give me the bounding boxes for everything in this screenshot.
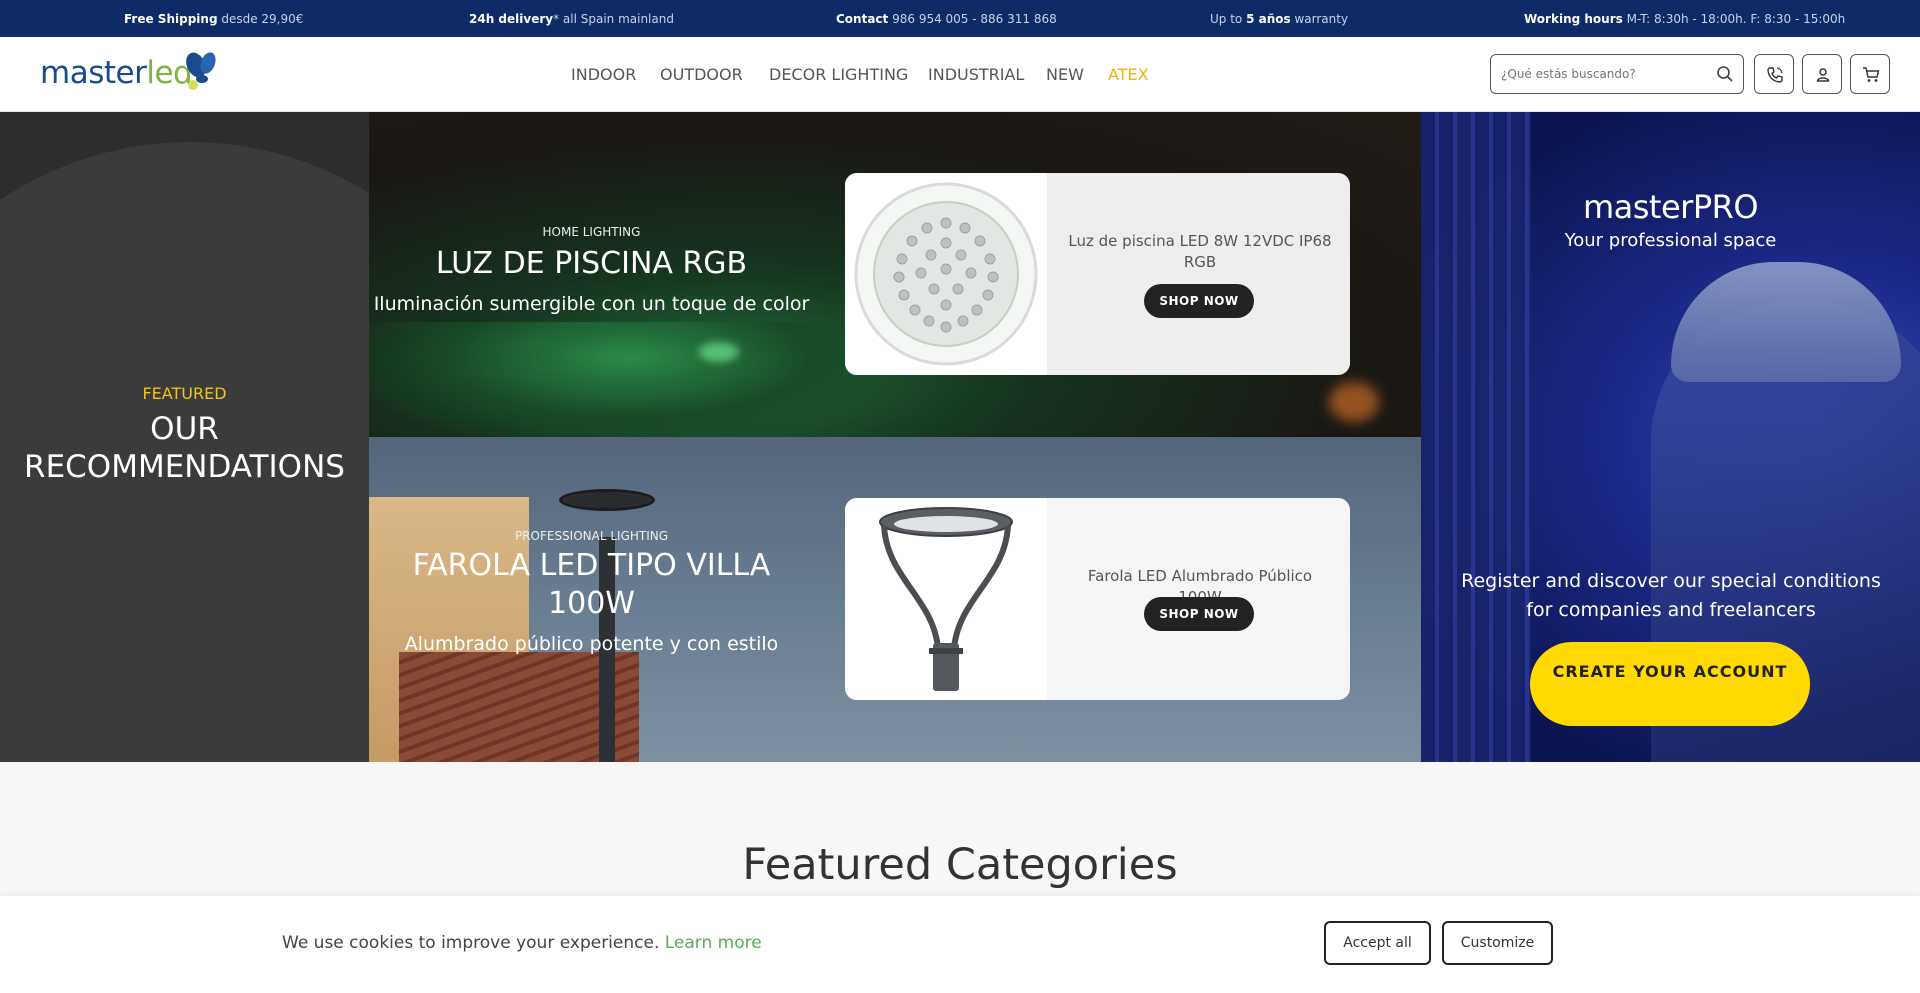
pool-lamp-glow: [699, 342, 739, 362]
masterpro-tagline: Your professional space: [1564, 230, 1777, 251]
featured-title-line1: OUR: [150, 411, 219, 447]
product-card[interactable]: Farola LED Alumbrado Público 100W SHOP N…: [845, 498, 1350, 700]
user-icon: [1816, 68, 1830, 82]
cookie-banner: We use cookies to improve your experienc…: [0, 896, 1920, 993]
contact-label: Contact: [836, 12, 889, 26]
product-card[interactable]: Luz de piscina LED 8W 12VDC IP68 RGB SHO…: [845, 173, 1350, 375]
search-box: [1490, 54, 1744, 94]
pool-light-image: [854, 182, 1038, 366]
cart-icon: [1863, 67, 1880, 82]
masterpro-panel: masterPRO Your professional space Regist…: [1421, 112, 1920, 762]
shipping-detail: desde 29,90€: [217, 12, 304, 26]
nav-atex[interactable]: ATEX: [1108, 65, 1149, 84]
logo-text-main: master: [40, 55, 147, 91]
featured-panel: FEATURED OUR RECOMMENDATIONS: [0, 112, 369, 762]
promo-pool-light[interactable]: HOME LIGHTING LUZ DE PISCINA RGB Ilumina…: [369, 112, 1421, 437]
warranty-info: Up to 5 años warranty: [1210, 12, 1348, 26]
hours-info: Working hours M-T: 8:30h - 18:00h. F: 8:…: [1524, 12, 1845, 26]
hours-label: Working hours: [1524, 12, 1623, 26]
promo-tag: HOME LIGHTING: [542, 225, 641, 239]
promo-tag: PROFESSIONAL LIGHTING: [514, 529, 669, 543]
worker-helmet: [1671, 262, 1901, 382]
hours-detail: M-T: 8:30h - 18:00h. F: 8:30 - 15:00h: [1622, 12, 1846, 26]
hero-section: FEATURED OUR RECOMMENDATIONS HOME LIGHTI…: [0, 112, 1920, 762]
nav-decor-lighting[interactable]: DECOR LIGHTING: [769, 65, 908, 84]
delivery-info: 24h delivery* all Spain mainland: [469, 12, 674, 26]
nav-industrial[interactable]: INDUSTRIAL: [928, 65, 1024, 84]
promo-title: FAROLA LED TIPO VILLA 100W: [412, 548, 771, 621]
featured-title: OUR RECOMMENDATIONS: [0, 410, 369, 486]
site-header: masterled INDOOR OUTDOOR DECOR LIGHTING …: [0, 37, 1920, 112]
warranty-years: 5 años: [1246, 12, 1291, 26]
promo-title: LUZ DE PISCINA RGB: [435, 246, 748, 281]
masterled-logo[interactable]: masterled: [40, 51, 230, 95]
warranty-prefix: Up to: [1210, 12, 1247, 26]
product-image[interactable]: [845, 173, 1047, 375]
cookie-text: We use cookies to improve your experienc…: [282, 933, 665, 953]
fireplace-glow: [1329, 382, 1379, 422]
product-image[interactable]: [845, 498, 1047, 700]
promo-subtitle: Iluminación sumergible con un toque de c…: [373, 293, 810, 315]
search-icon[interactable]: [1716, 65, 1734, 83]
cookie-message: We use cookies to improve your experienc…: [282, 933, 762, 953]
promo-text: PROFESSIONAL LIGHTING FAROLA LED TIPO VI…: [369, 529, 814, 655]
phone-button[interactable]: [1754, 54, 1794, 94]
masterpro-logo: masterPRO: [1421, 188, 1920, 226]
contact-info: Contact 986 954 005 - 886 311 868: [836, 12, 1057, 26]
delivery-label: 24h delivery: [469, 12, 554, 26]
featured-label: FEATURED: [142, 384, 227, 403]
delivery-detail: * all Spain mainland: [553, 12, 674, 26]
shipping-label: Free Shipping: [124, 12, 218, 26]
lamp-head: [559, 489, 655, 511]
accept-all-button[interactable]: Accept all: [1324, 921, 1431, 965]
featured-title-line2: RECOMMENDATIONS: [24, 449, 345, 485]
create-account-button[interactable]: CREATE YOUR ACCOUNT: [1530, 642, 1810, 726]
pool-background: [369, 322, 889, 437]
masterpro-register-text: Register and discover our special condit…: [1461, 570, 1881, 621]
contact-phones[interactable]: 986 954 005 - 886 311 868: [888, 12, 1057, 26]
featured-categories-title: Featured Categories: [742, 840, 1178, 890]
phone-icon: [1767, 67, 1783, 83]
promo-text: HOME LIGHTING LUZ DE PISCINA RGB Ilumina…: [369, 225, 814, 315]
masterpro-logo-main: master: [1582, 188, 1693, 226]
shop-now-button[interactable]: SHOP NOW: [1144, 284, 1254, 318]
promo-subtitle: Alumbrado público potente y con estilo: [404, 633, 779, 655]
warranty-suffix: warranty: [1290, 12, 1349, 26]
top-info-bar: Free Shipping desde 29,90€ 24h delivery*…: [0, 0, 1920, 37]
street-light-image: [879, 507, 1013, 691]
nav-outdoor[interactable]: OUTDOOR: [660, 65, 743, 84]
nav-new[interactable]: NEW: [1046, 65, 1084, 84]
masterpro-logo-accent: PRO: [1692, 188, 1759, 226]
promo-street-light[interactable]: PROFESSIONAL LIGHTING FAROLA LED TIPO VI…: [369, 437, 1421, 762]
product-name[interactable]: Luz de piscina LED 8W 12VDC IP68 RGB: [1065, 231, 1335, 273]
bee-icon: [186, 52, 216, 90]
learn-more-link[interactable]: Learn more: [665, 933, 762, 953]
customize-button[interactable]: Customize: [1442, 921, 1553, 965]
shop-now-button[interactable]: SHOP NOW: [1144, 597, 1254, 631]
account-button[interactable]: [1802, 54, 1842, 94]
search-input[interactable]: [1501, 64, 1711, 84]
cart-button[interactable]: [1850, 54, 1890, 94]
shipping-info: Free Shipping desde 29,90€: [124, 12, 303, 26]
nav-indoor[interactable]: INDOOR: [571, 65, 636, 84]
